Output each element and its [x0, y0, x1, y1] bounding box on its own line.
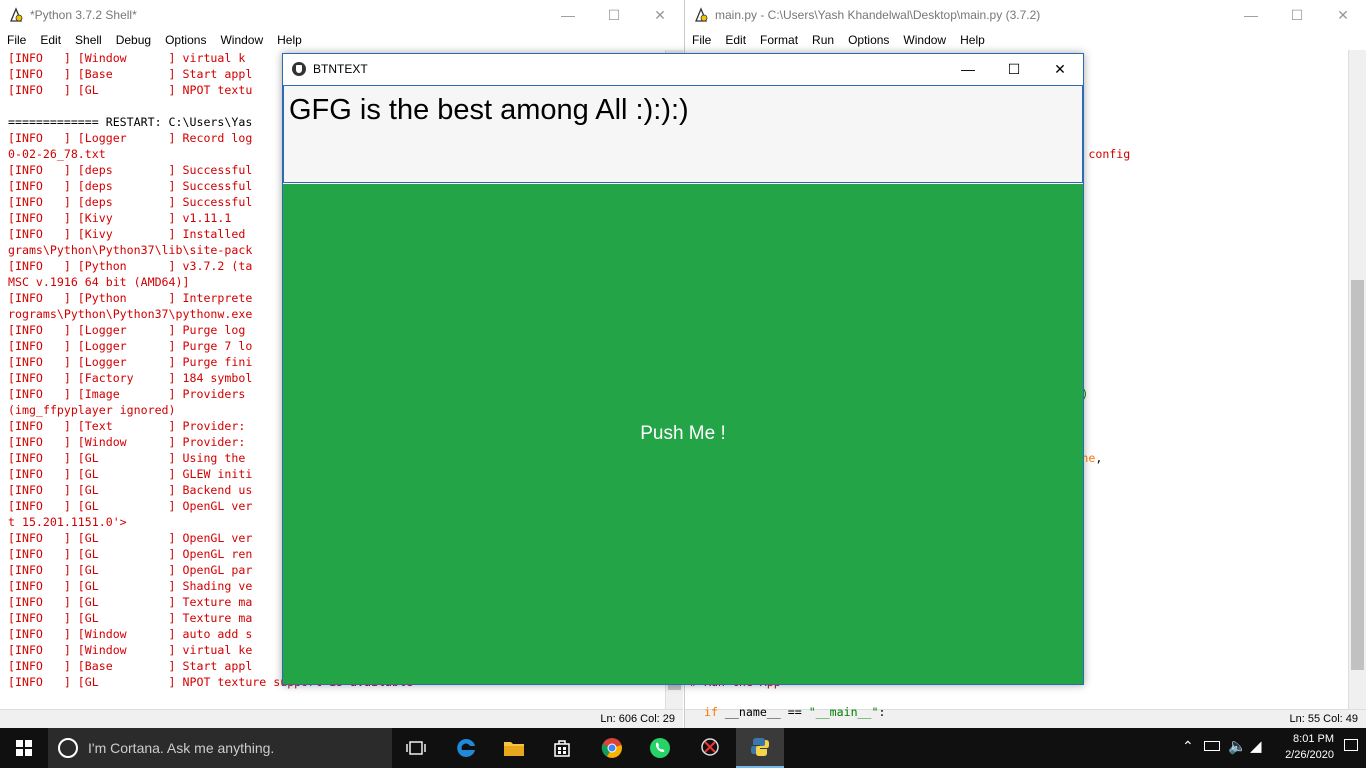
system-tray: ⌃ 🔈 ◢ 8:01 PM 2/26/2020 — [1166, 728, 1366, 768]
menu-edit[interactable]: Edit — [718, 30, 753, 50]
shell-statusbar: Ln: 606 Col: 29 — [0, 709, 683, 728]
minimize-button[interactable]: — — [945, 54, 991, 84]
task-view-button[interactable] — [392, 728, 440, 768]
editor-main-guard-line[interactable]: if __name__ == "__main__": — [690, 691, 886, 719]
text-label-area: GFG is the best among All :):):) — [283, 85, 1083, 183]
menu-options[interactable]: Options — [158, 30, 213, 50]
menu-shell[interactable]: Shell — [68, 30, 109, 50]
menu-window[interactable]: Window — [213, 30, 270, 50]
menu-help[interactable]: Help — [953, 30, 992, 50]
main-line-mid: __name__ == — [717, 705, 809, 719]
maximize-button[interactable]: ☐ — [1274, 0, 1320, 30]
menu-file[interactable]: File — [0, 30, 33, 50]
menu-window[interactable]: Window — [896, 30, 953, 50]
main-line-string: "__main__" — [808, 705, 879, 719]
chrome-button[interactable] — [588, 728, 636, 768]
menu-debug[interactable]: Debug — [109, 30, 158, 50]
maximize-button[interactable]: ☐ — [991, 54, 1037, 84]
editor-titlebar[interactable]: main.py - C:\Users\Yash Khandelwal\Deskt… — [685, 0, 1366, 30]
gfg-label: GFG is the best among All :):):) — [289, 94, 689, 126]
menu-format[interactable]: Format — [753, 30, 805, 50]
menu-file[interactable]: File — [685, 30, 718, 50]
file-explorer-button[interactable] — [490, 728, 538, 768]
editor-menubar: File Edit Format Run Options Window Help — [685, 30, 1366, 50]
taskbar: I'm Cortana. Ask me anything. ⌃ 🔈 ◢ 8:01… — [0, 728, 1366, 768]
snipping-tool-button[interactable] — [686, 728, 734, 768]
menu-run[interactable]: Run — [805, 30, 841, 50]
cortana-icon — [58, 738, 78, 758]
minimize-button[interactable]: — — [1228, 0, 1274, 30]
battery-icon[interactable] — [1204, 741, 1220, 751]
cortana-search[interactable]: I'm Cortana. Ask me anything. — [48, 728, 392, 768]
editor-title: main.py - C:\Users\Yash Khandelwal\Deskt… — [715, 8, 1041, 22]
push-me-button[interactable]: Push Me ! — [283, 184, 1083, 684]
keyword-if: if — [703, 705, 718, 719]
edge-icon — [457, 738, 475, 757]
whatsapp-button[interactable] — [636, 728, 684, 768]
kivy-icon — [292, 62, 306, 76]
code-fragment: , — [1095, 451, 1103, 465]
folder-icon — [504, 742, 524, 756]
menu-edit[interactable]: Edit — [33, 30, 68, 50]
store-button[interactable] — [538, 728, 586, 768]
menu-options[interactable]: Options — [841, 30, 896, 50]
kivy-titlebar[interactable]: BTNTEXT — ☐ ✕ — [283, 54, 1083, 84]
editor-scrollbar[interactable] — [1348, 50, 1366, 710]
chevron-up-icon[interactable]: ⌃ — [1182, 738, 1194, 755]
kivy-title: BTNTEXT — [313, 62, 368, 76]
scissors-icon — [701, 738, 719, 756]
clock[interactable]: 8:01 PM 2/26/2020 — [1285, 731, 1334, 763]
store-bag-icon — [554, 740, 570, 757]
clock-date: 2/26/2020 — [1285, 749, 1334, 761]
maximize-button[interactable]: ☐ — [591, 0, 637, 30]
python-taskbar-button[interactable] — [736, 728, 784, 768]
kivy-app-window: BTNTEXT — ☐ ✕ GFG is the best among All … — [282, 53, 1084, 685]
task-view-icon — [406, 741, 426, 755]
windows-logo-icon — [16, 740, 32, 756]
close-button[interactable]: ✕ — [637, 0, 683, 30]
editor-cursor-position: Ln: 55 Col: 49 — [1289, 713, 1359, 725]
notification-icon[interactable] — [1344, 739, 1358, 751]
minimize-button[interactable]: — — [545, 0, 591, 30]
network-icon[interactable]: ◢ — [1250, 737, 1262, 755]
close-button[interactable]: ✕ — [1037, 54, 1083, 84]
edge-button[interactable] — [442, 728, 490, 768]
python-icon — [751, 738, 769, 756]
cortana-placeholder: I'm Cortana. Ask me anything. — [88, 740, 275, 756]
shell-title: *Python 3.7.2 Shell* — [30, 8, 137, 22]
chrome-icon — [601, 738, 622, 758]
push-me-label: Push Me ! — [640, 423, 726, 444]
whatsapp-icon — [650, 738, 670, 758]
shell-menubar: File Edit Shell Debug Options Window Hel… — [0, 30, 683, 50]
main-line-end: : — [878, 705, 886, 719]
menu-help[interactable]: Help — [270, 30, 309, 50]
shell-titlebar[interactable]: *Python 3.7.2 Shell* — ☐ ✕ — [0, 0, 683, 30]
clock-time: 8:01 PM — [1293, 733, 1334, 745]
volume-icon[interactable]: 🔈 — [1228, 737, 1247, 755]
python-idle-icon — [695, 7, 708, 22]
close-button[interactable]: ✕ — [1320, 0, 1366, 30]
shell-cursor-position: Ln: 606 Col: 29 — [600, 713, 675, 725]
python-idle-icon — [10, 7, 23, 22]
start-button[interactable] — [0, 728, 48, 768]
